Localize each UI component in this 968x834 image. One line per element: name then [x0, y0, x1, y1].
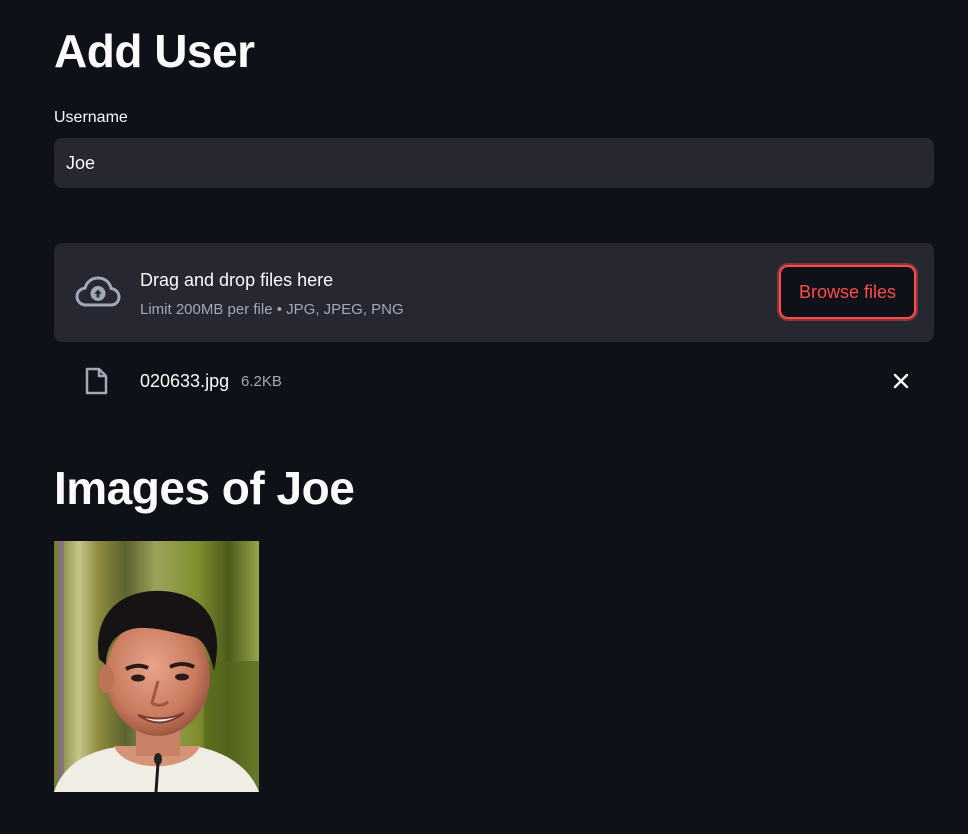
username-input[interactable]: [54, 138, 934, 188]
username-label: Username: [54, 109, 128, 126]
main-content: Add User Username Drag and drop files he…: [0, 0, 968, 834]
dropzone-limit-text: Limit 200MB per file • JPG, JPEG, PNG: [140, 301, 404, 318]
user-photo: [54, 541, 259, 792]
page-title: Add User: [54, 25, 255, 77]
browse-files-button[interactable]: Browse files: [779, 265, 916, 319]
cloud-upload-icon: [75, 276, 121, 307]
file-dropzone[interactable]: Drag and drop files here Limit 200MB per…: [54, 243, 934, 342]
close-icon: [893, 373, 909, 389]
uploaded-file-size: 6.2KB: [241, 373, 282, 390]
images-heading: Images of Joe: [54, 462, 355, 514]
dropzone-instructions: Drag and drop files here: [140, 270, 334, 290]
uploaded-file-name: 020633.jpg: [140, 371, 230, 391]
uploaded-file-item: 020633.jpg 6.2KB: [54, 356, 934, 404]
file-icon: [85, 367, 108, 395]
remove-file-button[interactable]: [886, 366, 916, 396]
